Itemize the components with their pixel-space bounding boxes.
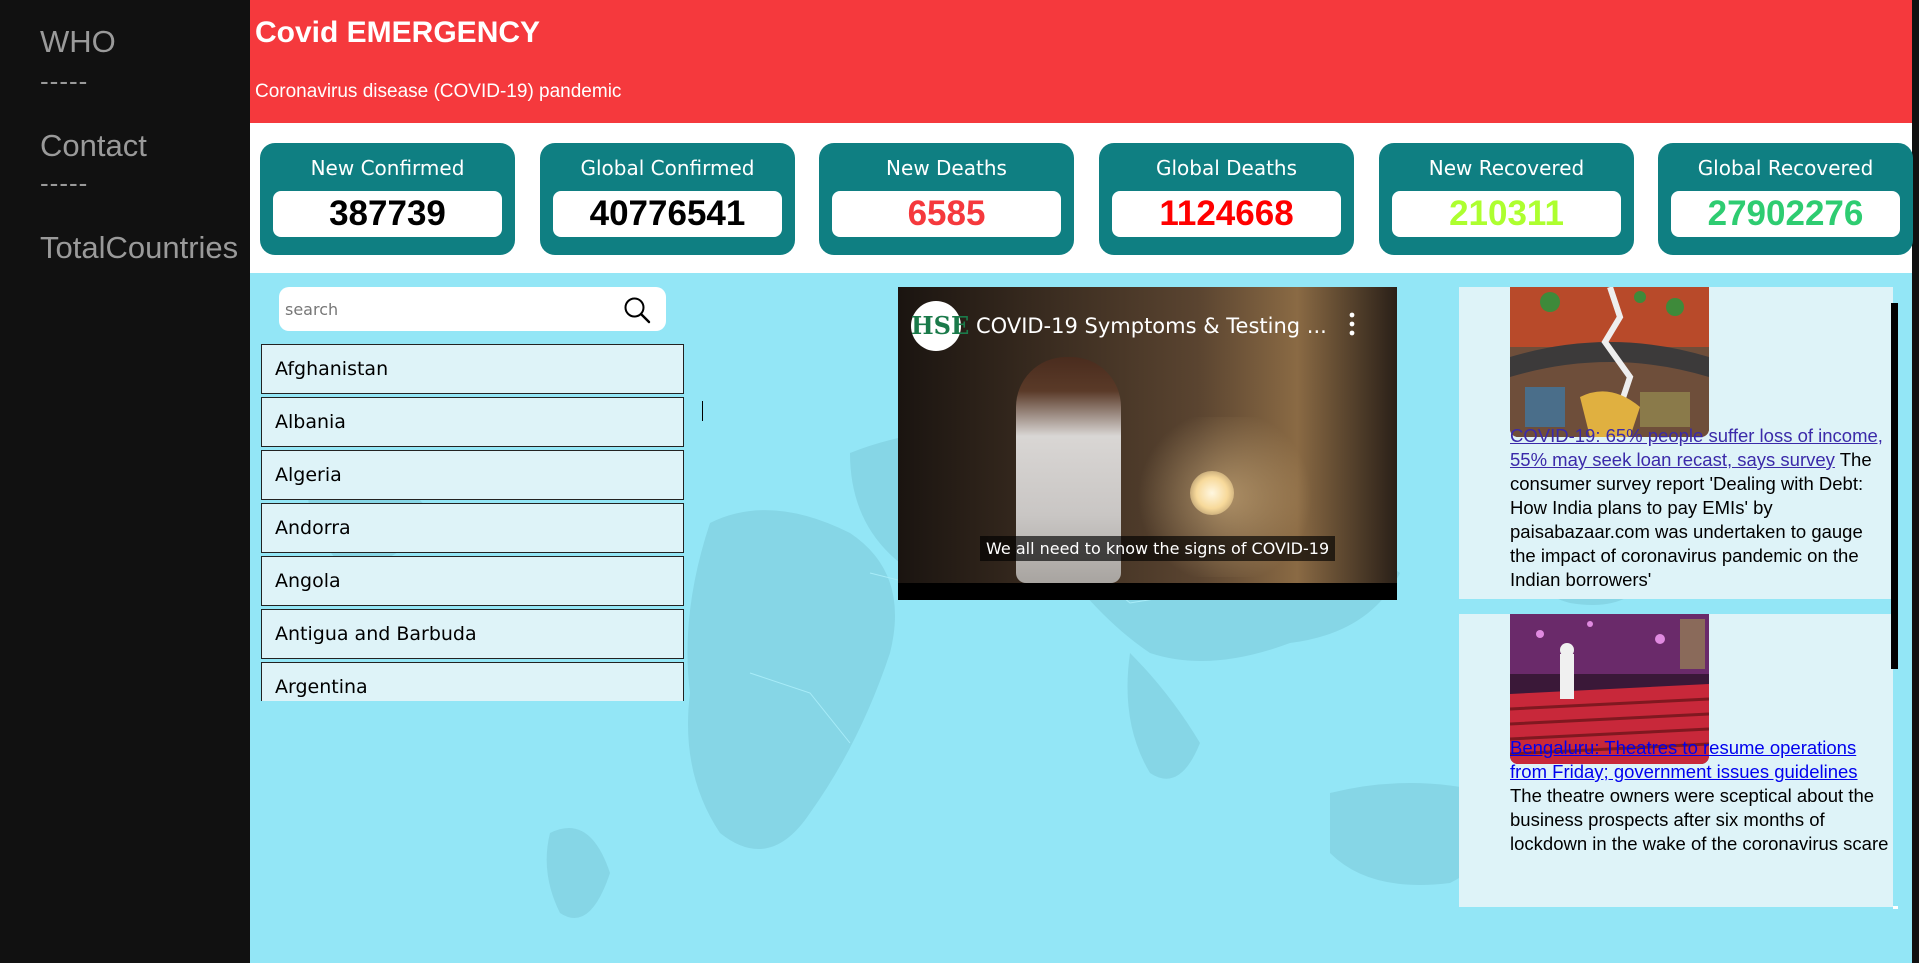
stat-card-new-deaths: New Deaths 6585 <box>819 143 1074 255</box>
page-subtitle: Coronavirus disease (COVID-19) pandemic <box>255 81 622 102</box>
stat-card-global-deaths: Global Deaths 1124668 <box>1099 143 1354 255</box>
video-title[interactable]: COVID-19 Symptoms & Testing ... <box>976 314 1327 338</box>
stat-label: Global Confirmed <box>580 156 755 180</box>
stat-card-new-confirmed: New Confirmed 387739 <box>260 143 515 255</box>
news-card: Bengaluru: Theatres to resume operations… <box>1459 614 1893 907</box>
sidebar-link-total-countries[interactable]: TotalCountries <box>40 230 238 266</box>
news-feed: COVID-19: 65% people suffer loss of inco… <box>1459 287 1893 907</box>
stat-label: New Deaths <box>886 156 1007 180</box>
stat-value: 6585 <box>832 191 1061 237</box>
news-headline-link[interactable]: Bengaluru: Theatres to resume operations… <box>1510 737 1858 782</box>
search-input[interactable] <box>285 295 605 323</box>
video-lamp <box>1190 471 1234 515</box>
stat-card-global-confirmed: Global Confirmed 40776541 <box>540 143 795 255</box>
sidebar-link-who[interactable]: WHO <box>40 24 116 60</box>
news-headline-link[interactable]: COVID-19: 65% people suffer loss of inco… <box>1510 425 1883 470</box>
stat-value: 27902276 <box>1671 191 1900 237</box>
news-scroll-end <box>1893 906 1898 909</box>
country-item[interactable]: Andorra <box>261 503 684 553</box>
news-scrollbar[interactable] <box>1891 303 1898 669</box>
search-icon[interactable] <box>622 295 652 325</box>
country-item[interactable]: Angola <box>261 556 684 606</box>
sidebar-link-contact[interactable]: Contact <box>40 128 147 164</box>
video-player[interactable]: HSE COVID-19 Symptoms & Testing ... We a… <box>898 287 1397 600</box>
country-item[interactable]: Algeria <box>261 450 684 500</box>
page-title: Covid EMERGENCY <box>255 16 541 49</box>
news-text: Bengaluru: Theatres to resume operations… <box>1510 736 1890 856</box>
news-thumbnail[interactable] <box>1510 287 1709 437</box>
main-content: Afghanistan Albania Algeria Andorra Ango… <box>250 273 1912 963</box>
news-card: COVID-19: 65% people suffer loss of inco… <box>1459 287 1893 599</box>
stat-value: 1124668 <box>1112 191 1341 237</box>
stat-label: New Recovered <box>1428 156 1585 180</box>
country-item[interactable]: Argentina <box>261 662 684 701</box>
stat-value: 210311 <box>1392 191 1621 237</box>
country-search-box <box>279 287 666 331</box>
stat-card-global-recovered: Global Recovered 27902276 <box>1658 143 1913 255</box>
stat-label: New Confirmed <box>310 156 465 180</box>
country-item[interactable]: Albania <box>261 397 684 447</box>
country-item[interactable]: Antigua and Barbuda <box>261 609 684 659</box>
right-edge-bar <box>1912 0 1919 963</box>
stats-row: New Confirmed 387739 Global Confirmed 40… <box>250 123 1913 273</box>
stat-value: 387739 <box>273 191 502 237</box>
news-body: The theatre owners were sceptical about … <box>1510 785 1889 854</box>
page-header: Covid EMERGENCY Coronavirus disease (COV… <box>250 0 1912 123</box>
sidebar-separator: ----- <box>40 66 89 96</box>
sidebar-separator: ----- <box>40 168 89 198</box>
country-list: Afghanistan Albania Algeria Andorra Ango… <box>261 344 703 701</box>
news-body: The consumer survey report 'Dealing with… <box>1510 449 1872 590</box>
country-item[interactable]: Afghanistan <box>261 344 684 394</box>
channel-logo[interactable]: HSE <box>911 301 969 351</box>
stat-label: Global Deaths <box>1155 156 1298 180</box>
country-list-scrollbar[interactable] <box>702 401 703 421</box>
video-caption: We all need to know the signs of COVID-1… <box>980 536 1336 561</box>
news-text: COVID-19: 65% people suffer loss of inco… <box>1510 424 1890 592</box>
more-vertical-icon[interactable] <box>1347 311 1357 337</box>
stat-label: Global Recovered <box>1697 156 1874 180</box>
stat-value: 40776541 <box>553 191 782 237</box>
stat-card-new-recovered: New Recovered 210311 <box>1379 143 1634 255</box>
app-root: WHO ----- Contact ----- TotalCountries C… <box>0 0 1919 963</box>
sidebar: WHO ----- Contact ----- TotalCountries <box>0 0 250 963</box>
